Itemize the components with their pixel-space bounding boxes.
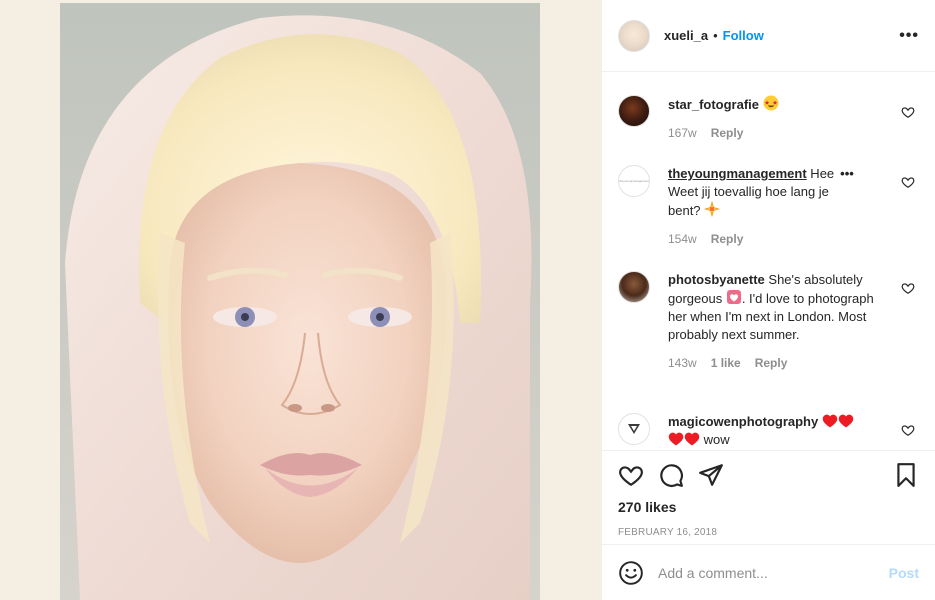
avatar-wordmark: theyoungmanagement: [619, 179, 649, 183]
share-paper-plane-icon[interactable]: [698, 462, 724, 488]
comment-item: theyoungmanagement theyoungmanagement He…: [618, 165, 919, 246]
comment-meta: 143w 1 like Reply: [668, 356, 878, 370]
comment-item: photosbyanette She's absolutely gorgeous…: [618, 271, 919, 370]
comment-text-content: wow: [700, 432, 730, 447]
follow-button[interactable]: Follow: [723, 28, 764, 43]
sparkle-emoji-icon: [704, 201, 721, 217]
comment-body: photosbyanette She's absolutely gorgeous…: [668, 271, 878, 370]
add-comment-bar: Post: [602, 544, 935, 600]
post-actions: 270 likes FEBRUARY 16, 2018: [602, 450, 935, 544]
commenter-avatar[interactable]: [618, 95, 650, 127]
reply-button[interactable]: Reply: [711, 232, 744, 246]
comment-meta: 167w Reply: [668, 126, 878, 140]
red-heart-emoji-icon: [838, 414, 854, 428]
header-separator: •: [713, 28, 718, 43]
emoji-smile-icon[interactable]: [618, 560, 644, 586]
comment-text-line2: Weet jij toevallig hoe lang je: [668, 184, 829, 199]
like-comment-heart-icon[interactable]: [901, 175, 915, 189]
red-heart-emoji-icon: [822, 414, 838, 428]
post-header: xueli_a • Follow •••: [602, 0, 935, 72]
comment-item: magicowenphotography wow: [618, 413, 919, 449]
comment-time[interactable]: 154w: [668, 232, 697, 246]
reply-button[interactable]: Reply: [755, 356, 788, 370]
comment-meta: 154w Reply: [668, 232, 878, 246]
like-comment-heart-icon[interactable]: [901, 423, 915, 437]
like-comment-heart-icon[interactable]: [901, 281, 915, 295]
comment-text: photosbyanette She's absolutely gorgeous…: [668, 271, 878, 344]
comment-input[interactable]: [658, 564, 889, 581]
comment-text-content: Hee: [806, 166, 835, 181]
like-heart-icon[interactable]: [618, 462, 644, 488]
comment-username[interactable]: photosbyanette: [668, 272, 765, 287]
reply-button[interactable]: Reply: [711, 126, 744, 140]
star-struck-emoji-icon: [763, 95, 779, 111]
like-comment-heart-icon[interactable]: [901, 105, 915, 119]
save-bookmark-icon[interactable]: [893, 462, 919, 488]
comment-likes-count[interactable]: 1 like: [711, 356, 741, 370]
post-date[interactable]: FEBRUARY 16, 2018: [618, 527, 919, 538]
comment-text: star_fotografie: [668, 95, 878, 114]
author-avatar[interactable]: [618, 19, 650, 52]
comment-username[interactable]: star_fotografie: [668, 97, 759, 112]
comment-body: theyoungmanagement Hee ••• Weet jij toeva…: [668, 165, 878, 246]
author-username[interactable]: xueli_a: [664, 28, 708, 43]
triangle-logo-icon: [628, 424, 640, 434]
action-bar: [618, 451, 919, 499]
comments-list[interactable]: star_fotografie 167w Reply theyoungmanag…: [602, 73, 935, 450]
comment-item: star_fotografie 167w Reply: [618, 95, 919, 140]
comment-body: magicowenphotography wow: [668, 413, 878, 449]
comment-bubble-icon[interactable]: [658, 462, 684, 488]
red-heart-emoji-icon: [668, 432, 684, 446]
comment-text-line3: bent?: [668, 203, 705, 218]
post-comment-button[interactable]: Post: [889, 565, 919, 581]
comment-time[interactable]: 143w: [668, 356, 697, 370]
comment-body: star_fotografie 167w Reply: [668, 95, 878, 140]
red-heart-emoji-icon: [684, 432, 700, 446]
more-options-icon[interactable]: •••: [899, 27, 919, 45]
commenter-avatar[interactable]: [618, 413, 650, 445]
heart-face-emoji-icon: [726, 290, 741, 304]
post-media-area: [0, 0, 601, 600]
post-side-panel: xueli_a • Follow ••• star_fotografie 167…: [601, 0, 935, 600]
post-photo[interactable]: [60, 3, 540, 600]
comment-time[interactable]: 167w: [668, 126, 697, 140]
commenter-avatar[interactable]: theyoungmanagement: [618, 165, 650, 197]
comment-more-icon[interactable]: •••: [840, 166, 854, 181]
commenter-avatar[interactable]: [618, 271, 650, 303]
comment-username[interactable]: magicowenphotography: [668, 414, 818, 429]
comment-username[interactable]: theyoungmanagement: [668, 166, 807, 181]
comment-text: theyoungmanagement Hee ••• Weet jij toeva…: [668, 165, 878, 220]
likes-count[interactable]: 270 likes: [618, 499, 919, 515]
comment-text: magicowenphotography wow: [668, 413, 878, 449]
